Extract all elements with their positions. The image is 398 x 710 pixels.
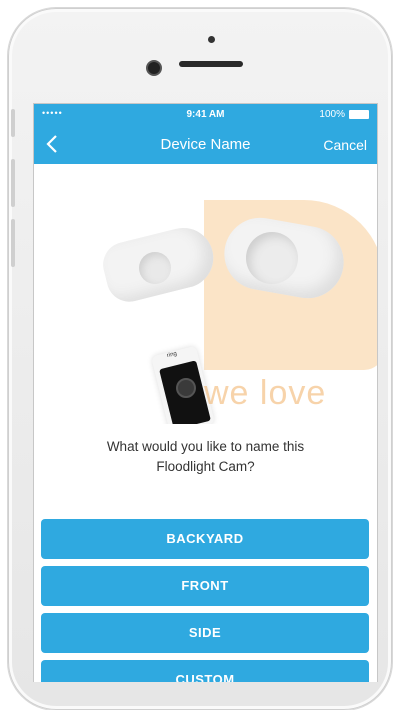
option-front-button[interactable]: FRONT xyxy=(41,566,369,606)
prompt-line-1: What would you like to name this xyxy=(106,439,305,454)
floodlight-cam-illustration: ring we love xyxy=(34,164,377,424)
name-prompt: What would you like to name this Floodli… xyxy=(54,437,357,477)
navigation-bar: Device Name Cancel xyxy=(34,124,377,164)
option-side-button[interactable]: SIDE xyxy=(41,613,369,653)
camera-lens xyxy=(176,378,196,398)
volume-up-button xyxy=(11,159,15,207)
mute-switch xyxy=(11,109,15,137)
prompt-line-2: Floodlight Cam? xyxy=(156,459,255,474)
volume-down-button xyxy=(11,219,15,267)
floodlight-right-lens xyxy=(246,232,298,284)
option-backyard-button[interactable]: BACKYARD xyxy=(41,519,369,559)
floodlight-left-lens xyxy=(139,252,171,284)
earpiece-speaker xyxy=(179,61,243,67)
battery-percent: 100% xyxy=(319,109,345,120)
status-bar: ••••• 9:41 AM 100% xyxy=(34,104,377,124)
cancel-button[interactable]: Cancel xyxy=(323,137,367,153)
screen: ••••• 9:41 AM 100% Device Name Cancel ri… xyxy=(33,103,378,682)
watermark-text: we love xyxy=(204,374,327,412)
battery-icon xyxy=(349,110,369,119)
option-custom-button[interactable]: CUSTOM xyxy=(41,660,369,682)
name-options: BACKYARD FRONT SIDE CUSTOM xyxy=(41,519,369,682)
proximity-sensor xyxy=(208,36,215,43)
front-camera xyxy=(146,60,162,76)
